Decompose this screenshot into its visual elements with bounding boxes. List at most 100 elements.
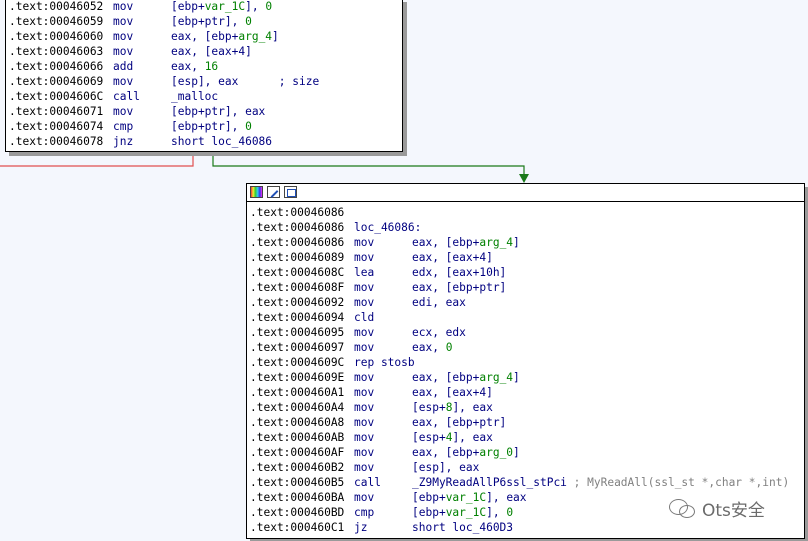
asm-line[interactable]: .text:0004609C rep stosb	[250, 355, 415, 370]
asm-line[interactable]: .text:000460BD cmp [ebp+var_1C], 0	[250, 505, 513, 520]
operand-part: eax,	[171, 60, 205, 73]
operands[interactable]: [ebp+ptr], eax	[171, 104, 265, 119]
asm-line[interactable]: .text:00046074 cmp [ebp+ptr], 0	[9, 119, 252, 134]
asm-line[interactable]: .text:00046059 mov [ebp+ptr], 0	[9, 14, 252, 29]
asm-line[interactable]: .text:00046095 mov ecx, edx	[250, 325, 466, 340]
asm-line[interactable]: .text:000460B5 call _Z9MyReadAllP6ssl_stPc…	[250, 475, 789, 490]
address: .text:00046052	[9, 0, 104, 13]
address: .text:00046086	[250, 206, 345, 219]
asm-line[interactable]: .text:00046066 add eax, 16	[9, 59, 218, 74]
operands[interactable]: eax, [ebp+arg_4]	[412, 370, 520, 385]
code-label[interactable]: rep stosb	[354, 355, 415, 370]
address: .text:00046078	[9, 135, 104, 148]
mnemonic: mov	[113, 30, 134, 43]
operand-part: eax, [ebp+ptr]	[412, 416, 507, 429]
operand-part: 0	[265, 0, 273, 13]
address: .text:0004608F	[250, 281, 345, 294]
address: .text:000460BD	[250, 506, 345, 519]
code-label[interactable]: loc_46086:	[354, 220, 421, 235]
asm-line[interactable]: .text:00046052 mov [ebp+var_1C], 0	[9, 0, 272, 14]
asm-line[interactable]: .text:0004608F mov eax, [ebp+ptr]	[250, 280, 506, 295]
operands[interactable]: short loc_46086	[171, 134, 272, 149]
operand-part: var_1C	[204, 0, 246, 13]
operands[interactable]: eax, [ebp+arg_4]	[412, 235, 520, 250]
operands[interactable]: [esp], eax ; size	[171, 74, 319, 89]
mnemonic: mov	[354, 416, 375, 429]
operand-part: ]	[513, 236, 520, 249]
operands[interactable]: _Z9MyReadAllP6ssl_stPci ; MyReadAll(ssl_…	[412, 475, 789, 490]
asm-line[interactable]: .text:00046060 mov eax, [ebp+arg_4]	[9, 29, 279, 44]
mnemonic: call	[354, 476, 381, 489]
operands[interactable]: eax, [eax+4]	[412, 250, 493, 265]
asm-line[interactable]: .text:00046086	[250, 205, 344, 220]
code-block-loc-46086[interactable]: .text:00046086 .text:00046086 loc_46086: .t…	[246, 183, 805, 539]
operands[interactable]: eax, [ebp+arg_4]	[171, 29, 279, 44]
asm-line[interactable]: .text:00046071 mov [ebp+ptr], eax	[9, 104, 265, 119]
color-palette-icon[interactable]	[250, 186, 263, 198]
address: .text:00046097	[250, 341, 345, 354]
operands[interactable]: [ebp+ptr], 0	[171, 119, 252, 134]
address: .text:0004609C	[250, 356, 345, 369]
operand-part: [ebp+	[171, 0, 205, 13]
code-block-top[interactable]: .text:00046052 mov [ebp+var_1C], 0 .text:00…	[5, 0, 403, 152]
edit-pen-icon[interactable]	[267, 186, 280, 198]
operands[interactable]: [ebp+ptr], 0	[171, 14, 252, 29]
asm-line[interactable]: .text:00046086 mov eax, [ebp+arg_4]	[250, 235, 520, 250]
asm-line[interactable]: .text:0004608C lea edx, [eax+10h]	[250, 265, 506, 280]
operands[interactable]: eax, [ebp+ptr]	[412, 415, 506, 430]
operands[interactable]: eax, 0	[412, 340, 452, 355]
operand-part: edi, eax	[412, 296, 466, 309]
asm-line[interactable]: .text:00046078 jnz short loc_46086	[9, 134, 272, 149]
asm-line[interactable]: .text:000460A8 mov eax, [ebp+ptr]	[250, 415, 506, 430]
operands[interactable]: eax, [eax+4]	[412, 385, 493, 400]
operand-part: 0	[245, 120, 252, 133]
operand-part: [esp], eax	[412, 461, 480, 474]
graph-view-icon[interactable]	[284, 186, 297, 198]
asm-line[interactable]: .text:00046086 loc_46086:	[250, 220, 421, 235]
asm-line[interactable]: .text:000460AB mov [esp+4], eax	[250, 430, 493, 445]
operands[interactable]: [esp], eax	[412, 460, 479, 475]
asm-line[interactable]: .text:00046063 mov eax, [eax+4]	[9, 44, 252, 59]
operands[interactable]: [esp+4], eax	[412, 430, 493, 445]
asm-line[interactable]: .text:00046092 mov edi, eax	[250, 295, 466, 310]
address: .text:0004606C	[9, 90, 104, 103]
operands[interactable]: _malloc	[171, 89, 218, 104]
mnemonic: mov	[113, 75, 134, 88]
operands[interactable]: [esp+8], eax	[412, 400, 493, 415]
operands[interactable]: eax, 16	[171, 59, 218, 74]
watermark: Ots安全	[668, 496, 765, 521]
operands[interactable]: edi, eax	[412, 295, 466, 310]
asm-line[interactable]: .text:000460BA mov [ebp+var_1C], eax	[250, 490, 527, 505]
mnemonic: jz	[354, 521, 368, 534]
operand-part: arg_4	[238, 30, 273, 43]
operands[interactable]: [ebp+var_1C], eax	[412, 490, 527, 505]
asm-line[interactable]: .text:0004609E mov eax, [ebp+arg_4]	[250, 370, 520, 385]
operands[interactable]: [ebp+var_1C], 0	[412, 505, 513, 520]
asm-line[interactable]: .text:0004606C call _malloc	[9, 89, 218, 104]
asm-line[interactable]: .text:00046094 cld	[250, 310, 374, 325]
operands[interactable]: eax, [ebp+ptr]	[412, 280, 506, 295]
comment: ; MyReadAll(ssl_st *,char *,int)	[566, 476, 790, 489]
address: .text:00046086	[250, 221, 345, 234]
mnemonic: mov	[354, 446, 375, 459]
mnemonic: mov	[354, 431, 375, 444]
mnemonic: mov	[113, 45, 134, 58]
mnemonic: mov	[113, 0, 134, 13]
asm-line[interactable]: .text:000460AF mov eax, [ebp+arg_0]	[250, 445, 520, 460]
operands[interactable]: [ebp+var_1C], 0	[171, 0, 272, 14]
asm-line[interactable]: .text:00046089 mov eax, [eax+4]	[250, 250, 493, 265]
address: .text:000460B2	[250, 461, 345, 474]
operands[interactable]: eax, [ebp+arg_0]	[412, 445, 520, 460]
address: .text:00046089	[250, 251, 345, 264]
operands[interactable]: eax, [eax+4]	[171, 44, 252, 59]
asm-line[interactable]: .text:000460A4 mov [esp+8], eax	[250, 400, 493, 415]
asm-line[interactable]: .text:000460C1 jz short loc_460D3	[250, 520, 513, 535]
asm-line[interactable]: .text:000460A1 mov eax, [eax+4]	[250, 385, 493, 400]
asm-line[interactable]: .text:00046097 mov eax, 0	[250, 340, 452, 355]
operands[interactable]: short loc_460D3	[412, 520, 513, 535]
asm-line[interactable]: .text:00046069 mov [esp], eax ; size	[9, 74, 319, 89]
operands[interactable]: ecx, edx	[412, 325, 466, 340]
asm-line[interactable]: .text:000460B2 mov [esp], eax	[250, 460, 479, 475]
operands[interactable]: edx, [eax+10h]	[412, 265, 506, 280]
watermark-text: Ots安全	[702, 500, 765, 521]
